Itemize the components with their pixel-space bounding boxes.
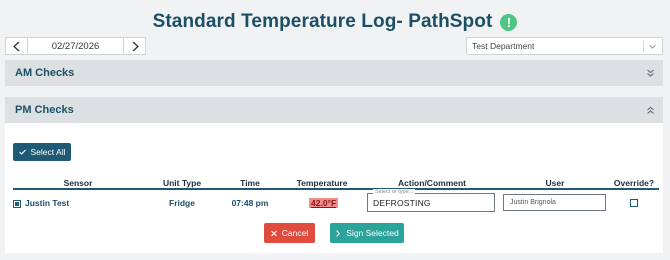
- page-title: Standard Temperature Log- PathSpot: [152, 11, 493, 32]
- pm-checks-title: PM Checks: [15, 104, 74, 116]
- column-header-temperature: Temperature: [296, 178, 348, 188]
- check-icon: [18, 149, 26, 155]
- chevron-double-down-icon: [647, 69, 654, 77]
- row-select-checkbox[interactable]: [13, 200, 21, 208]
- column-header-sensor: Sensor: [63, 178, 93, 188]
- select-all-label: Select All: [30, 147, 66, 157]
- sign-selected-button[interactable]: Sign Selected: [330, 223, 404, 243]
- date-navigator: 02/27/2026: [5, 37, 146, 55]
- row-unit-type: Fridge: [169, 198, 195, 208]
- user-field[interactable]: Justin Brignola: [503, 194, 606, 211]
- chevron-right-icon: [336, 229, 341, 237]
- row-temperature-alert: 42.0°F: [309, 198, 339, 208]
- column-header-action-comment: Action/Comment: [398, 178, 466, 188]
- chevron-left-icon: [12, 41, 19, 51]
- pm-checks-body: Select All Sensor Unit Type Time Tempera…: [5, 123, 663, 253]
- page-header: Standard Temperature Log- PathSpot !: [0, 8, 670, 36]
- column-header-unit-type: Unit Type: [162, 178, 202, 188]
- sign-selected-label: Sign Selected: [346, 228, 399, 238]
- action-comment-placeholder: Select or type...: [373, 189, 416, 195]
- column-header-time: Time: [240, 178, 260, 188]
- row-sensor: Justin Test: [25, 198, 70, 208]
- department-select[interactable]: Test Department: [466, 37, 663, 55]
- cancel-button[interactable]: Cancel: [264, 223, 315, 243]
- override-checkbox[interactable]: [630, 199, 638, 207]
- am-checks-header[interactable]: AM Checks: [5, 60, 663, 86]
- close-icon: [270, 230, 277, 236]
- column-header-user: User: [545, 178, 565, 188]
- cancel-label: Cancel: [281, 228, 309, 238]
- previous-date-button[interactable]: [5, 37, 28, 55]
- row-time: 07:48 pm: [231, 198, 269, 208]
- department-select-value: Test Department: [472, 41, 535, 51]
- date-field[interactable]: 02/27/2026: [28, 37, 123, 55]
- info-icon[interactable]: !: [500, 13, 518, 31]
- column-header-override: Override?: [613, 178, 655, 188]
- am-checks-title: AM Checks: [15, 67, 75, 79]
- chevron-right-icon: [132, 41, 139, 51]
- select-divider: [643, 41, 644, 52]
- select-all-button[interactable]: Select All: [13, 143, 71, 161]
- table-header-divider: [13, 188, 659, 190]
- next-date-button[interactable]: [123, 37, 146, 55]
- action-comment-combobox[interactable]: Select or type... DEFROSTING: [367, 189, 495, 212]
- pm-checks-header[interactable]: PM Checks: [5, 97, 663, 123]
- action-comment-value: DEFROSTING: [373, 198, 431, 208]
- chevron-down-icon: [649, 44, 656, 49]
- chevron-double-up-icon: [647, 106, 654, 114]
